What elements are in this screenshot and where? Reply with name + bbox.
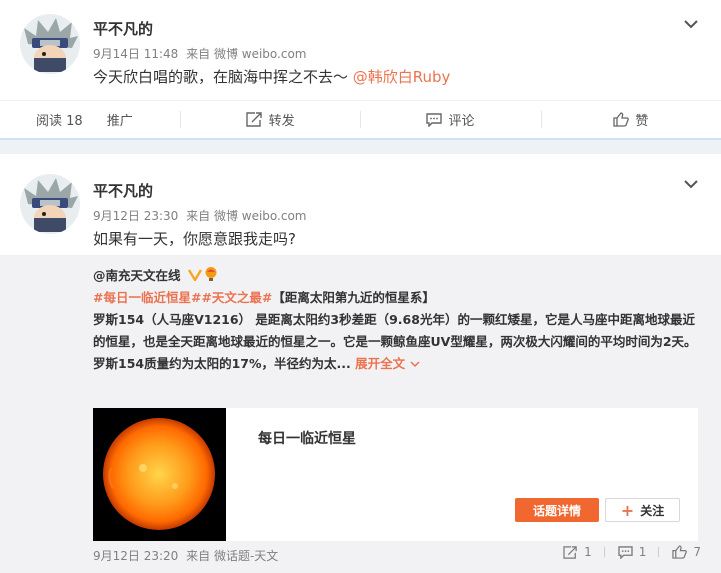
expand-label: 展开全文 [355,356,406,371]
retweet-paragraph-2-text: 罗斯154质量约为太阳的17%，半径约为太... [93,356,351,371]
promote-button[interactable]: 推广 [107,110,133,129]
sun-image [93,408,226,541]
chevron-down-icon[interactable] [683,174,699,193]
post-actions: 阅读 18 推广 转发 评论 赞 [0,100,721,138]
follow-button[interactable]: + 关注 [605,498,680,522]
comment-icon [426,112,443,127]
post-time[interactable]: 9月14日 11:48 [93,47,178,61]
username[interactable]: 平不凡的 [93,18,153,39]
post-meta: 9月12日 23:30 来自 微博 weibo.com [93,207,307,224]
feed-separator [0,137,721,154]
read-count: 阅读 18 推广 [0,101,180,138]
username[interactable]: 平不凡的 [93,180,153,201]
topic-details-button[interactable]: 话题详情 [515,498,599,522]
chevron-down-icon [409,361,420,368]
follow-label: 关注 [640,503,665,518]
topic-tags: #每日一临近恒星##天文之最#【距离太阳第九近的恒星系】 [93,287,703,309]
topic-tag-1[interactable]: #每日一临近恒星# [93,290,201,305]
like-count: 7 [693,545,701,559]
post-text-body: 今天欣白唱的歌，在脑海中挥之不去～ [93,68,353,86]
mention-link[interactable]: @韩欣白Ruby [353,68,451,86]
retweet-body: @南充天文在线 #每日一临近恒星##天文之最#【距离太阳第九近的恒星系】 罗斯1… [93,265,703,375]
repost-icon [563,545,577,559]
retweet-user[interactable]: @南充天文在线 [93,268,181,283]
retweet-like-stat[interactable]: 7 [658,545,701,559]
read-number: 18 [66,114,83,129]
topic-card-title: 每日一临近恒星 [258,431,356,447]
topic-card[interactable]: 每日一临近恒星 话题详情 + 关注 [93,408,698,541]
topic-tag-2[interactable]: #天文之最# [201,290,272,305]
repost-label: 转发 [268,114,295,129]
retweet-time[interactable]: 9月12日 23:20 [93,549,178,563]
read-label: 阅读 [36,114,63,129]
retweet-paragraph-2: 罗斯154质量约为太阳的17%，半径约为太... 展开全文 [93,353,703,375]
expand-link[interactable]: 展开全文 [355,356,420,371]
retweet-user-row: @南充天文在线 [93,265,703,287]
post-text: 如果有一天，你愿意跟我走吗? [93,230,296,248]
comment-icon [618,545,633,559]
comment-button[interactable]: 评论 [360,101,540,138]
post-source: 来自 微博 weibo.com [186,47,307,61]
comment-count: 1 [638,545,647,559]
thumbs-up-icon [613,112,630,127]
like-button[interactable]: 赞 [540,101,721,138]
avatar[interactable] [20,174,80,234]
hot-air-balloon-icon [205,267,217,281]
avatar[interactable] [20,14,80,74]
post-source: 来自 微博 weibo.com [186,209,307,223]
comment-label: 评论 [448,114,475,129]
retweet-comment-stat[interactable]: 1 [603,545,647,559]
retweet-repost-stat[interactable]: 1 [563,545,592,559]
post-time[interactable]: 9月12日 23:30 [93,209,178,223]
retweet-stats: 1 1 7 [563,545,701,559]
thumbs-up-icon [672,545,688,559]
post-meta: 9月14日 11:48 来自 微博 weibo.com [93,45,307,62]
post-text: 今天欣白唱的歌，在脑海中挥之不去～ @韩欣白Ruby [93,66,450,87]
verified-v-icon [187,269,202,283]
repost-count: 1 [584,545,592,559]
like-label: 赞 [635,114,649,129]
repost-button[interactable]: 转发 [180,101,360,138]
post-card-1: 平不凡的 9月14日 11:48 来自 微博 weibo.com 今天欣白唱的歌… [0,0,721,138]
post-heading: 【距离太阳第九近的恒星系】 [272,290,435,305]
retweet-source: 来自 微话题-天文 [186,549,279,563]
chevron-down-icon[interactable] [683,14,699,33]
repost-icon [245,112,262,127]
retweet-box: @南充天文在线 #每日一临近恒星##天文之最#【距离太阳第九近的恒星系】 罗斯1… [0,255,721,573]
retweet-footer-meta: 9月12日 23:20 来自 微话题-天文 [93,547,278,564]
retweet-paragraph-1: 罗斯154（人马座V1216） 是距离太阳约3秒差距（9.68光年）的一颗红矮星… [93,312,697,349]
plus-icon: + [620,500,635,520]
read-stat: 阅读 18 [36,110,83,129]
